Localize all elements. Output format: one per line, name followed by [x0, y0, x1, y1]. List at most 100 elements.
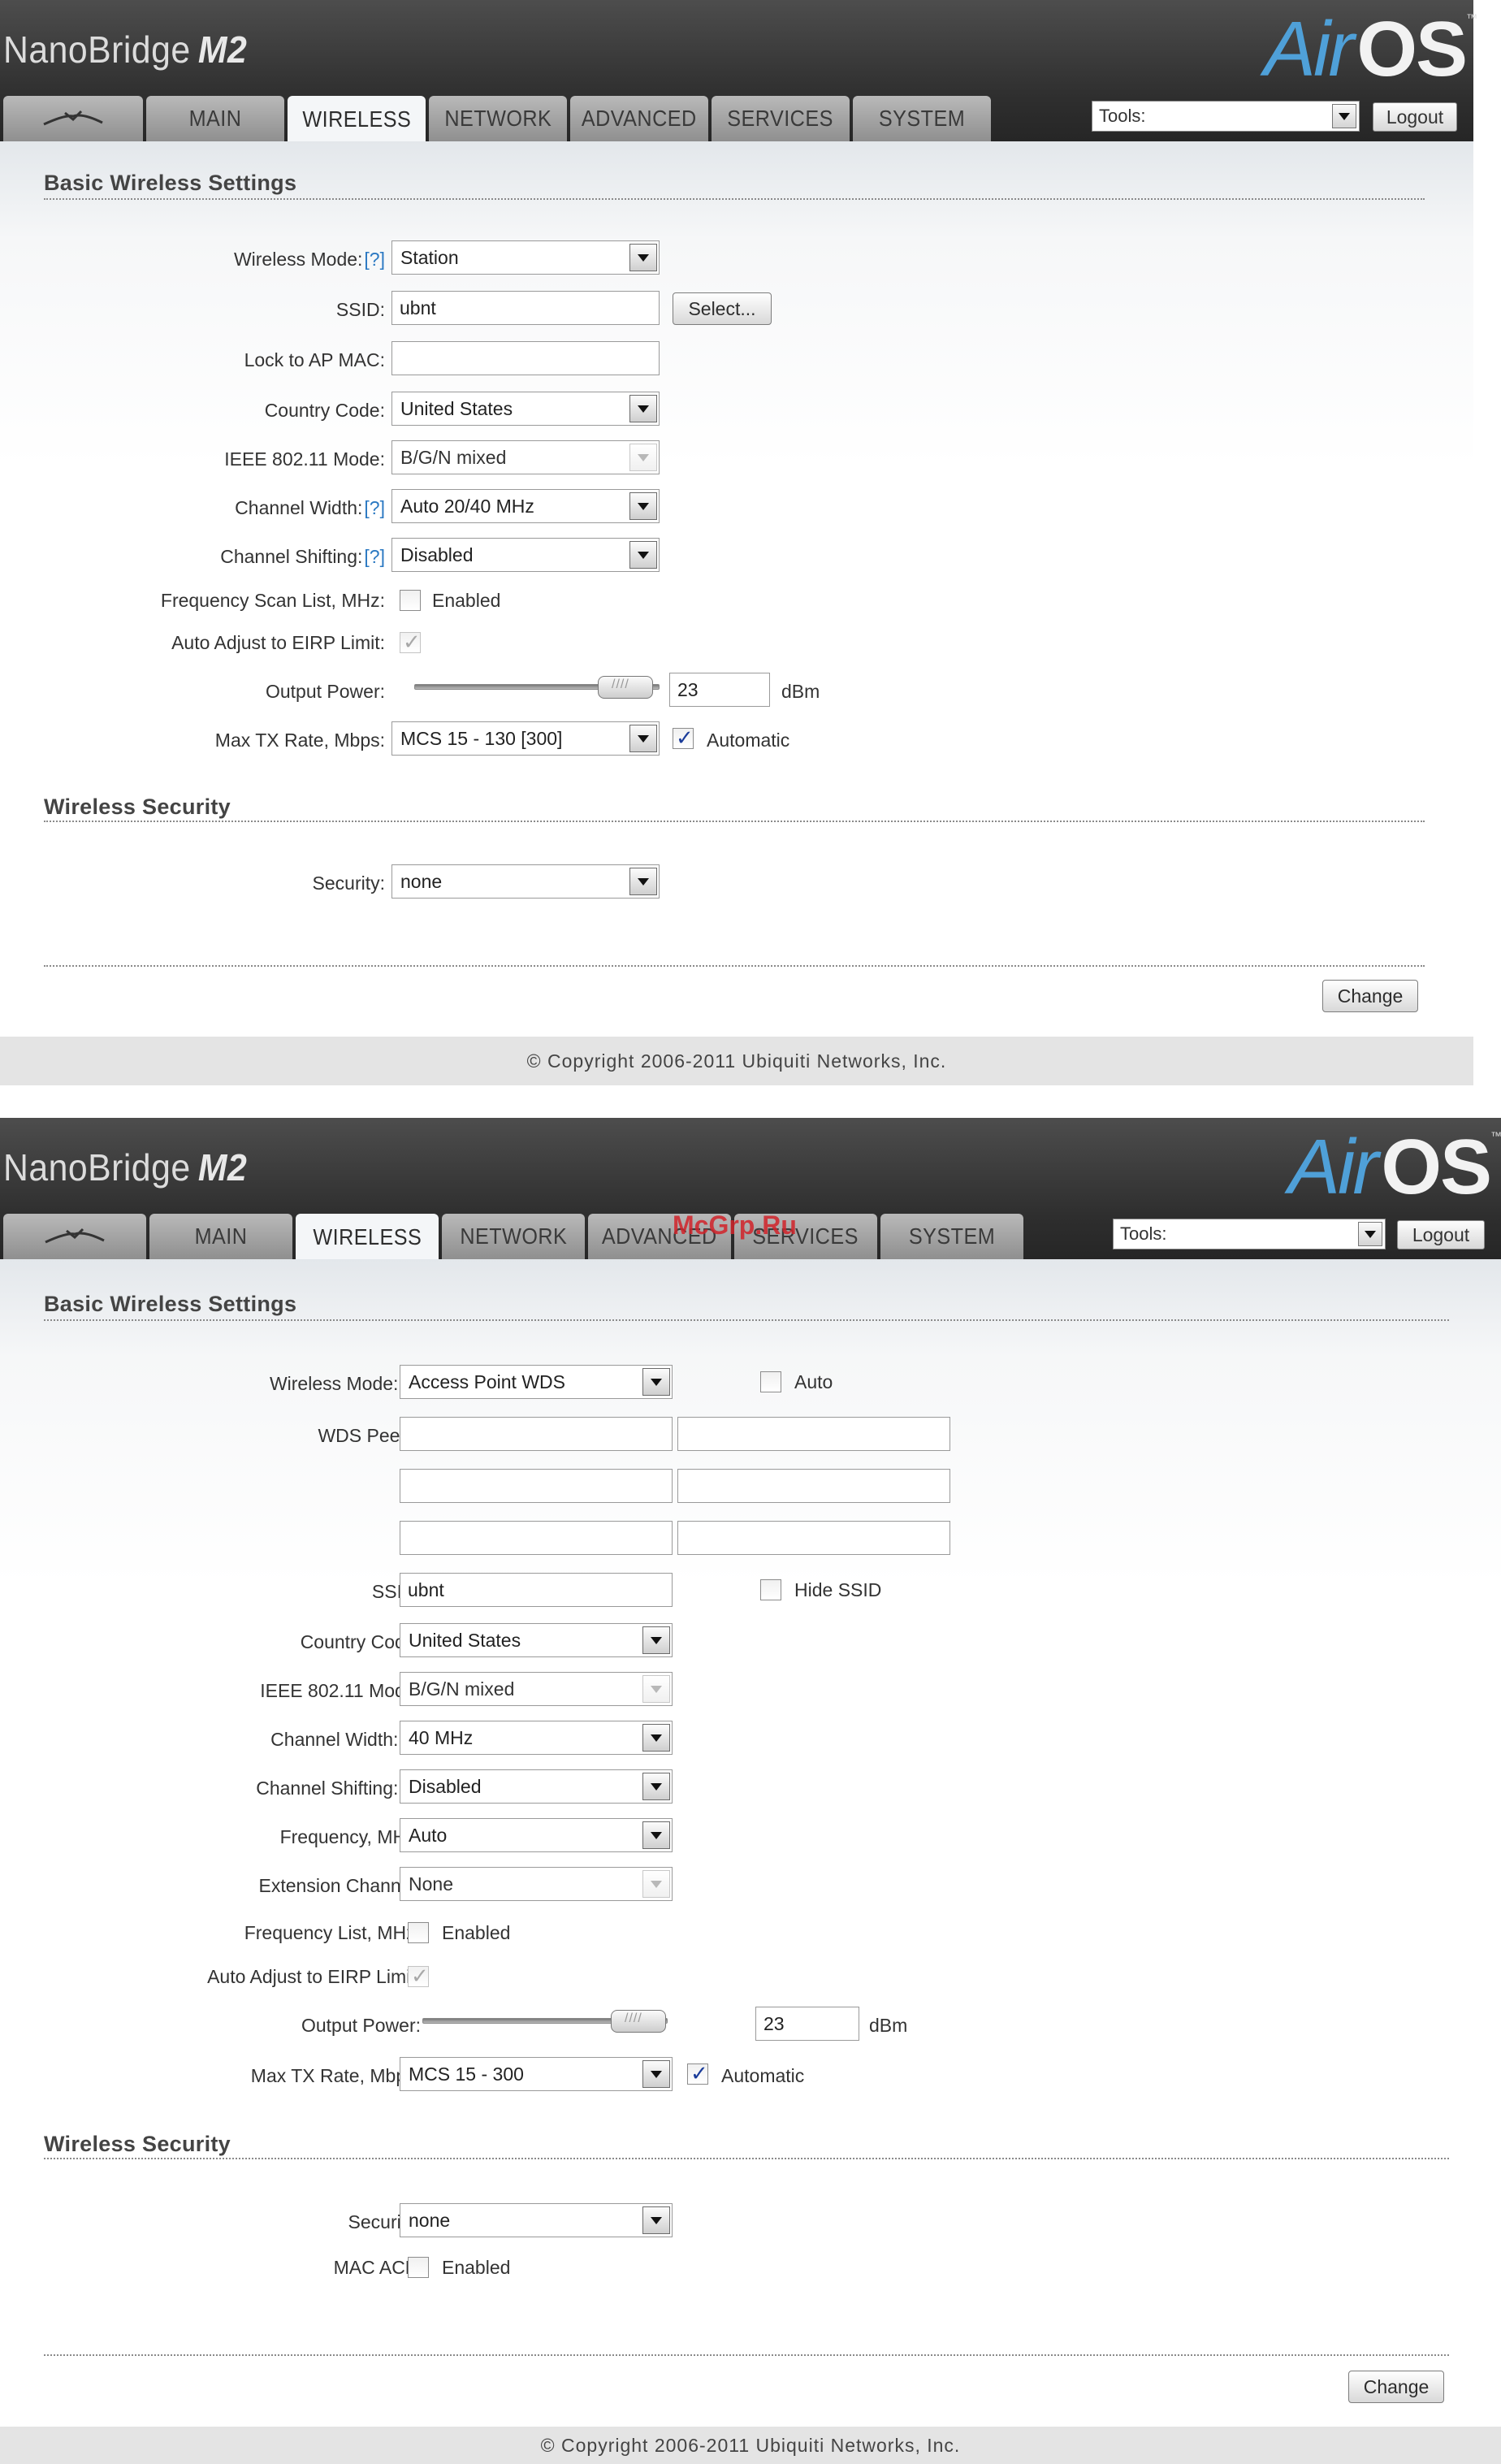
frequency-select[interactable]: Auto — [400, 1818, 673, 1852]
mac-acl-enabled-checkbox[interactable] — [408, 2257, 429, 2278]
eirp-limit-checkbox[interactable] — [400, 630, 421, 655]
tab-ubiquiti-logo[interactable] — [3, 1214, 146, 1259]
lock-ap-mac-label: Lock to AP MAC: — [244, 349, 385, 370]
tab-system[interactable]: SYSTEM — [853, 96, 991, 141]
channel-width-label-text: Channel Width: — [270, 1729, 399, 1750]
frequency-scan-list-label: Frequency Scan List, MHz: — [160, 590, 385, 611]
channel-width-select[interactable]: Auto 20/40 MHz — [391, 489, 660, 523]
channel-width-select[interactable]: 40 MHz — [400, 1721, 673, 1755]
tab-wireless[interactable]: WIRELESS — [288, 96, 426, 143]
output-power-slider-handle[interactable] — [598, 676, 653, 699]
eirp-limit-checkbox[interactable] — [408, 1964, 429, 1989]
help-link[interactable]: [?] — [364, 249, 385, 270]
hide-ssid-checkbox[interactable] — [760, 1579, 781, 1600]
tab-advanced[interactable]: ADVANCED — [570, 96, 708, 141]
security-value: none — [400, 871, 443, 892]
security-select[interactable]: none — [400, 2203, 673, 2237]
divider — [44, 198, 1425, 200]
security-select[interactable]: none — [391, 864, 660, 899]
channel-width-label: Channel Width:[?] — [235, 497, 385, 519]
chevron-down-icon — [642, 2060, 670, 2088]
max-tx-rate-label: Max TX Rate, Mbps: — [250, 2065, 421, 2086]
wireless-mode-select[interactable]: Station — [391, 240, 660, 275]
max-tx-rate-select[interactable]: MCS 15 - 130 [300] — [391, 721, 660, 756]
tab-main[interactable]: MAIN — [146, 96, 284, 141]
ieee-mode-label: IEEE 802.11 Mode: — [260, 1680, 421, 1701]
output-power-slider-handle[interactable] — [611, 2010, 666, 2033]
tab-ubiquiti-logo[interactable] — [3, 96, 143, 141]
wireless-mode-select[interactable]: Access Point WDS — [400, 1365, 673, 1399]
wds-peer-input-1[interactable] — [400, 1417, 673, 1451]
airos-logo-tm: ™ — [1466, 11, 1478, 24]
airos-logo-os: OS — [1381, 1124, 1492, 1210]
ssid-input[interactable]: ubnt — [391, 291, 660, 325]
ieee-mode-label: IEEE 802.11 Mode: — [224, 448, 385, 470]
channel-shifting-select[interactable]: Disabled — [400, 1769, 673, 1804]
channel-shifting-select[interactable]: Disabled — [391, 538, 660, 572]
tab-system[interactable]: SYSTEM — [880, 1214, 1023, 1259]
logout-button[interactable]: Logout — [1397, 1220, 1485, 1249]
change-button[interactable]: Change — [1348, 2371, 1444, 2403]
auto-checkbox[interactable] — [760, 1371, 781, 1392]
chevron-down-icon — [629, 868, 657, 895]
country-code-select[interactable]: United States — [391, 392, 660, 426]
ieee-mode-value: B/G/N mixed — [400, 447, 507, 468]
tab-services-label: SERVICES — [727, 106, 834, 131]
footer-copyright: © Copyright 2006-2011 Ubiquiti Networks,… — [0, 1037, 1473, 1085]
channel-shifting-label: Channel Shifting:[?] — [220, 546, 385, 568]
product-label: NanoBridge — [3, 28, 191, 71]
section-title-security: Wireless Security — [44, 2132, 231, 2156]
chevron-down-icon — [642, 1626, 670, 1654]
output-power-input[interactable]: 23 — [755, 2007, 859, 2041]
airos-logo-os: OS — [1356, 6, 1468, 93]
ubiquiti-logo-icon — [43, 110, 103, 126]
country-code-select[interactable]: United States — [400, 1623, 673, 1657]
tab-wireless[interactable]: WIRELESS — [296, 1214, 439, 1261]
tx-rate-automatic-checkbox[interactable] — [673, 725, 694, 751]
tx-rate-automatic-label: Automatic — [721, 2065, 805, 2086]
ieee-mode-select[interactable]: B/G/N mixed — [400, 1672, 673, 1706]
wds-peer-input-2[interactable] — [677, 1417, 950, 1451]
max-tx-rate-select[interactable]: MCS 15 - 300 — [400, 2057, 673, 2091]
select-ssid-button[interactable]: Select... — [673, 292, 772, 325]
wds-peer-input-4[interactable] — [677, 1469, 950, 1503]
change-button[interactable]: Change — [1322, 980, 1418, 1012]
lock-ap-mac-input[interactable] — [391, 341, 660, 375]
help-link[interactable]: [?] — [364, 546, 385, 567]
tab-network[interactable]: NETWORK — [429, 96, 567, 141]
logout-button[interactable]: Logout — [1373, 102, 1457, 132]
tools-dropdown[interactable]: Tools: — [1113, 1219, 1386, 1249]
wireless-mode-label-text: Wireless Mode: — [233, 249, 363, 270]
frequency-list-enabled-checkbox[interactable] — [408, 1922, 429, 1943]
wds-peer-input-5[interactable] — [400, 1521, 673, 1555]
chevron-down-icon — [642, 1368, 670, 1396]
tab-main-label: MAIN — [188, 106, 242, 131]
wds-peer-input-3[interactable] — [400, 1469, 673, 1503]
watermark-text: McGrp.Ru — [673, 1210, 797, 1240]
wireless-settings-panel: Basic Wireless Settings Wireless Mode:[?… — [0, 1259, 1501, 2464]
chevron-down-icon — [642, 1773, 670, 1800]
channel-shifting-label-text: Channel Shifting: — [256, 1778, 399, 1799]
chevron-down-icon — [629, 395, 657, 422]
ssid-input[interactable]: ubnt — [400, 1573, 673, 1607]
tab-advanced-label: ADVANCED — [582, 106, 697, 131]
frequency-list-enabled-label: Enabled — [442, 1922, 511, 1943]
tab-services[interactable]: SERVICES — [712, 96, 850, 141]
chevron-down-icon — [642, 1821, 670, 1849]
chevron-down-icon — [1358, 1222, 1382, 1246]
output-power-input[interactable]: 23 — [669, 673, 770, 707]
ieee-mode-select[interactable]: B/G/N mixed — [391, 440, 660, 474]
wds-peer-input-6[interactable] — [677, 1521, 950, 1555]
tx-rate-automatic-checkbox[interactable] — [687, 2061, 708, 2086]
tab-network[interactable]: NETWORK — [442, 1214, 585, 1259]
tab-network-label: NETWORK — [444, 106, 552, 131]
hide-ssid-label: Hide SSID — [794, 1579, 882, 1600]
help-link[interactable]: [?] — [364, 497, 385, 518]
model-label: M2 — [197, 1146, 248, 1189]
tab-main[interactable]: MAIN — [149, 1214, 292, 1259]
product-name: NanoBridge M2 — [3, 28, 247, 71]
extension-channel-select[interactable]: None — [400, 1867, 673, 1901]
tools-dropdown[interactable]: Tools: — [1092, 101, 1360, 132]
tab-system-label: SYSTEM — [908, 1223, 996, 1249]
frequency-scan-enabled-checkbox[interactable] — [400, 590, 421, 611]
